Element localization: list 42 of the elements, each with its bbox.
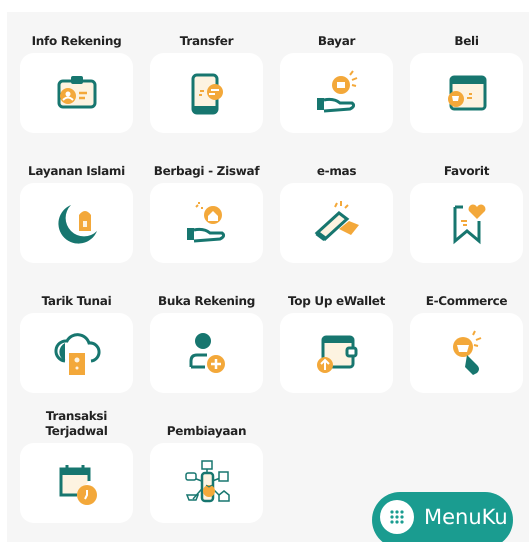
menu-label: Berbagi - Ziswaf (154, 164, 260, 179)
menu-tile[interactable] (20, 443, 133, 523)
menu-label: Top Up eWallet (288, 294, 386, 309)
menu-tile[interactable] (150, 53, 263, 133)
menu-label: Layanan Islami (28, 164, 125, 179)
cloud-atm-icon (54, 333, 100, 375)
hand-house-icon (186, 201, 225, 242)
menu-tile[interactable] (410, 53, 523, 133)
crescent-mosque-icon (58, 205, 96, 244)
menu-label: Pembiayaan (166, 424, 246, 439)
menu-tile[interactable] (280, 183, 393, 263)
menu-tile[interactable] (150, 313, 263, 393)
hand-coin-icon (316, 70, 358, 112)
menu-tile[interactable] (20, 53, 133, 133)
menu-label: Favorit (444, 164, 490, 179)
menu-tile[interactable] (150, 443, 263, 523)
ingot-icon (314, 200, 358, 241)
id-card-icon (57, 76, 96, 108)
menu-label: Bayar (318, 34, 356, 49)
menu-label: Transfer (180, 34, 234, 49)
menu-tile[interactable] (410, 183, 523, 263)
menu-label: Info Rekening (32, 34, 122, 49)
menu-tile[interactable] (20, 183, 133, 263)
keypad-icon (380, 500, 414, 534)
menu-label: E-Commerce (426, 294, 508, 309)
calendar-clock-icon (59, 464, 96, 505)
menu-tile[interactable] (20, 313, 133, 393)
user-add-icon (189, 333, 224, 373)
menu-label: Transaksi Terjadwal (45, 409, 108, 439)
menu-label: e-mas (316, 164, 356, 179)
browser-cart-icon (448, 76, 486, 110)
menu-tile[interactable] (410, 313, 523, 393)
menu-tile[interactable] (280, 53, 393, 133)
bookmark-heart-icon (453, 204, 485, 244)
financing-drawing (184, 460, 230, 502)
menu-label: Beli (454, 34, 479, 49)
menu-label: Buka Rekening (158, 294, 255, 309)
menuku-button[interactable]: MenuKu (372, 492, 513, 542)
menu-tile[interactable] (280, 313, 393, 393)
menu-label: Tarik Tunai (42, 294, 112, 309)
phone-transfer-icon (191, 74, 222, 114)
menu-tile[interactable] (150, 183, 263, 263)
